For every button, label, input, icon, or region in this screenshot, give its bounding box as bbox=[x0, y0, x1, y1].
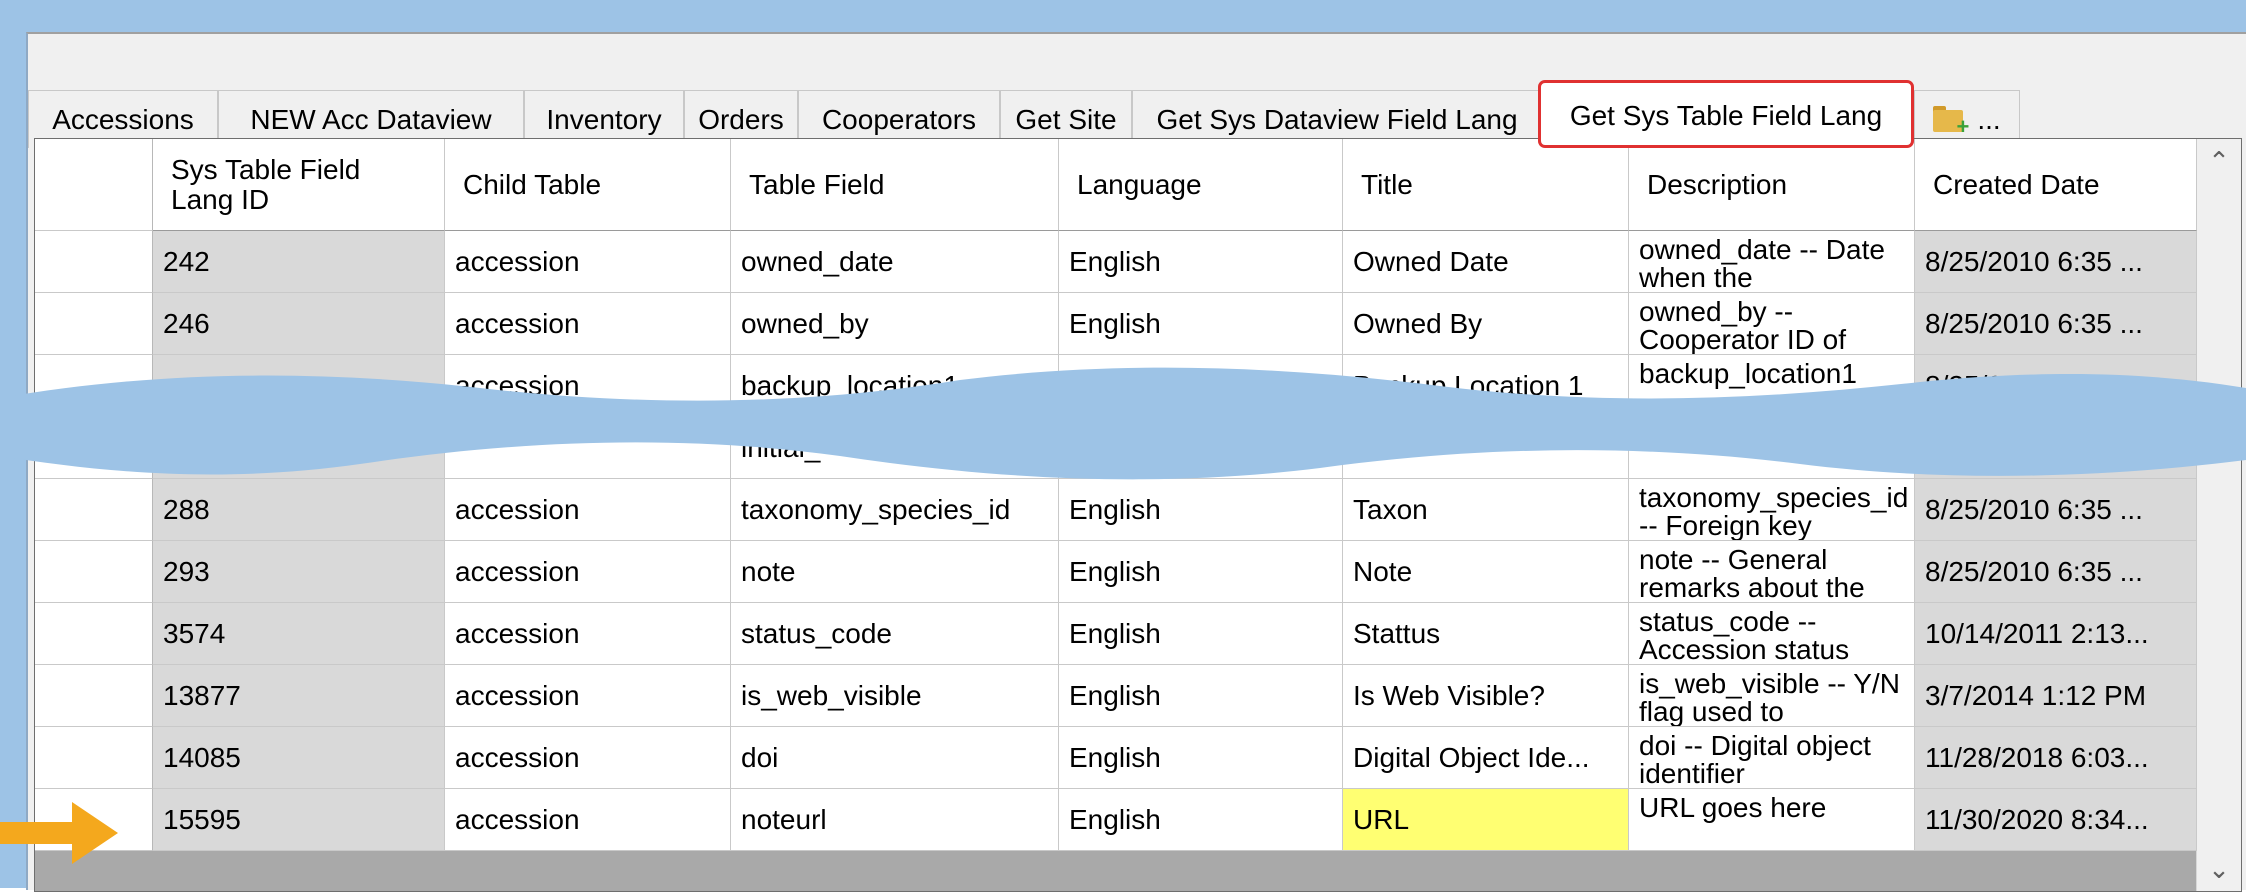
cell-created-date[interactable]: 8/25/2010 6:35 ... bbox=[1915, 541, 2197, 603]
row-header[interactable] bbox=[35, 727, 153, 789]
column-header-label: Title bbox=[1361, 168, 1413, 200]
cell-child-table[interactable]: accession bbox=[445, 293, 731, 355]
cell-table-field[interactable]: is_web_visible bbox=[731, 665, 1059, 727]
column-header-label: Table Field bbox=[749, 168, 885, 200]
background-band-top bbox=[0, 0, 2246, 32]
tab-get-sys-table-field-lang[interactable]: Get Sys Table Field Lang bbox=[1538, 80, 1914, 148]
column-header-label: Child Table bbox=[463, 168, 602, 200]
column-header-language[interactable]: Language bbox=[1059, 139, 1343, 231]
cell-title[interactable]: Owned Date bbox=[1343, 231, 1629, 293]
row-header[interactable] bbox=[35, 665, 153, 727]
add-folder-icon: + bbox=[1933, 105, 1969, 137]
cell-description[interactable]: doi -- Digital object identifier bbox=[1629, 727, 1915, 789]
cell-table-field[interactable]: noteurl bbox=[731, 789, 1059, 851]
row-header[interactable] bbox=[35, 231, 153, 293]
column-header-label: Language bbox=[1077, 168, 1202, 200]
cell-table-field[interactable]: status_code bbox=[731, 603, 1059, 665]
cell-table-field[interactable]: owned_by bbox=[731, 293, 1059, 355]
cell-title[interactable]: Note bbox=[1343, 541, 1629, 603]
cell-created-date[interactable]: 11/30/2020 8:34... bbox=[1915, 789, 2197, 851]
column-header-description[interactable]: Description bbox=[1629, 139, 1915, 231]
cell-description[interactable]: URL goes here bbox=[1629, 789, 1915, 851]
column-header-id[interactable]: Sys Table Field Lang ID bbox=[153, 139, 445, 231]
row-header[interactable] bbox=[35, 603, 153, 665]
cell-language[interactable]: English bbox=[1059, 789, 1343, 851]
cell-id[interactable]: 13877 bbox=[153, 665, 445, 727]
cell-description[interactable]: owned_date -- Date when the bbox=[1629, 231, 1915, 293]
cell-title[interactable]: Digital Object Ide... bbox=[1343, 727, 1629, 789]
column-header-created-date[interactable]: Created Date bbox=[1915, 139, 2197, 231]
cell-id[interactable]: 246 bbox=[153, 293, 445, 355]
cell-title[interactable]: Is Web Visible? bbox=[1343, 665, 1629, 727]
cell-language[interactable]: English bbox=[1059, 665, 1343, 727]
cell-child-table[interactable]: accession bbox=[445, 603, 731, 665]
cell-title[interactable]: Stattus bbox=[1343, 603, 1629, 665]
column-header-label: Sys Table Field Lang ID bbox=[171, 153, 361, 215]
cell-id[interactable]: 293 bbox=[153, 541, 445, 603]
cell-id[interactable]: 15595 bbox=[153, 789, 445, 851]
cell-description[interactable]: owned_by -- Cooperator ID of bbox=[1629, 293, 1915, 355]
pointer-arrow-icon bbox=[0, 802, 118, 864]
column-header-title[interactable]: Title bbox=[1343, 139, 1629, 231]
cell-created-date[interactable]: 3/7/2014 1:12 PM bbox=[1915, 665, 2197, 727]
row-header[interactable] bbox=[35, 293, 153, 355]
cell-created-date[interactable]: 8/25/2010 6:35 ... bbox=[1915, 231, 2197, 293]
row-header[interactable] bbox=[35, 541, 153, 603]
cell-id[interactable]: 14085 bbox=[153, 727, 445, 789]
cell-child-table[interactable]: accession bbox=[445, 789, 731, 851]
cell-language[interactable]: English bbox=[1059, 727, 1343, 789]
cell-created-date[interactable]: 11/28/2018 6:03... bbox=[1915, 727, 2197, 789]
cell-title[interactable]: Owned By bbox=[1343, 293, 1629, 355]
cell-table-field[interactable]: note bbox=[731, 541, 1059, 603]
cell-id[interactable]: 242 bbox=[153, 231, 445, 293]
column-header-label: Description bbox=[1647, 168, 1788, 200]
grid-corner[interactable] bbox=[35, 139, 153, 231]
cell-language[interactable]: English bbox=[1059, 603, 1343, 665]
cell-language[interactable]: English bbox=[1059, 293, 1343, 355]
scroll-down-arrow-icon[interactable]: ⌄ bbox=[2197, 847, 2241, 891]
wave-break-overlay bbox=[0, 367, 2246, 480]
cell-language[interactable]: English bbox=[1059, 541, 1343, 603]
data-grid[interactable]: ⌃ ⌄ Sys Table Field Lang ID Child Table Ta… bbox=[34, 138, 2242, 892]
column-header-child-table[interactable]: Child Table bbox=[445, 139, 731, 231]
cell-title[interactable]: URL bbox=[1343, 789, 1629, 851]
cell-created-date[interactable]: 8/25/2010 6:35 ... bbox=[1915, 293, 2197, 355]
column-header-table-field[interactable]: Table Field bbox=[731, 139, 1059, 231]
cell-description[interactable]: status_code -- Accession status bbox=[1629, 603, 1915, 665]
cell-child-table[interactable]: accession bbox=[445, 231, 731, 293]
cell-description[interactable]: note -- General remarks about the bbox=[1629, 541, 1915, 603]
cell-description[interactable]: is_web_visible -- Y/N flag used to bbox=[1629, 665, 1915, 727]
cell-child-table[interactable]: accession bbox=[445, 727, 731, 789]
cell-language[interactable]: English bbox=[1059, 231, 1343, 293]
cell-table-field[interactable]: doi bbox=[731, 727, 1059, 789]
column-header-label: Created Date bbox=[1933, 168, 2100, 200]
cell-table-field[interactable]: owned_date bbox=[731, 231, 1059, 293]
cell-id[interactable]: 3574 bbox=[153, 603, 445, 665]
cell-child-table[interactable]: accession bbox=[445, 541, 731, 603]
tab-strip: Get Sys Table Field Lang Get Sys Dataview… bbox=[28, 60, 2246, 148]
cell-child-table[interactable]: accession bbox=[445, 665, 731, 727]
vertical-scrollbar[interactable]: ⌃ ⌄ bbox=[2196, 139, 2241, 891]
cell-created-date[interactable]: 10/14/2011 2:13... bbox=[1915, 603, 2197, 665]
scroll-up-arrow-icon[interactable]: ⌃ bbox=[2197, 139, 2241, 183]
